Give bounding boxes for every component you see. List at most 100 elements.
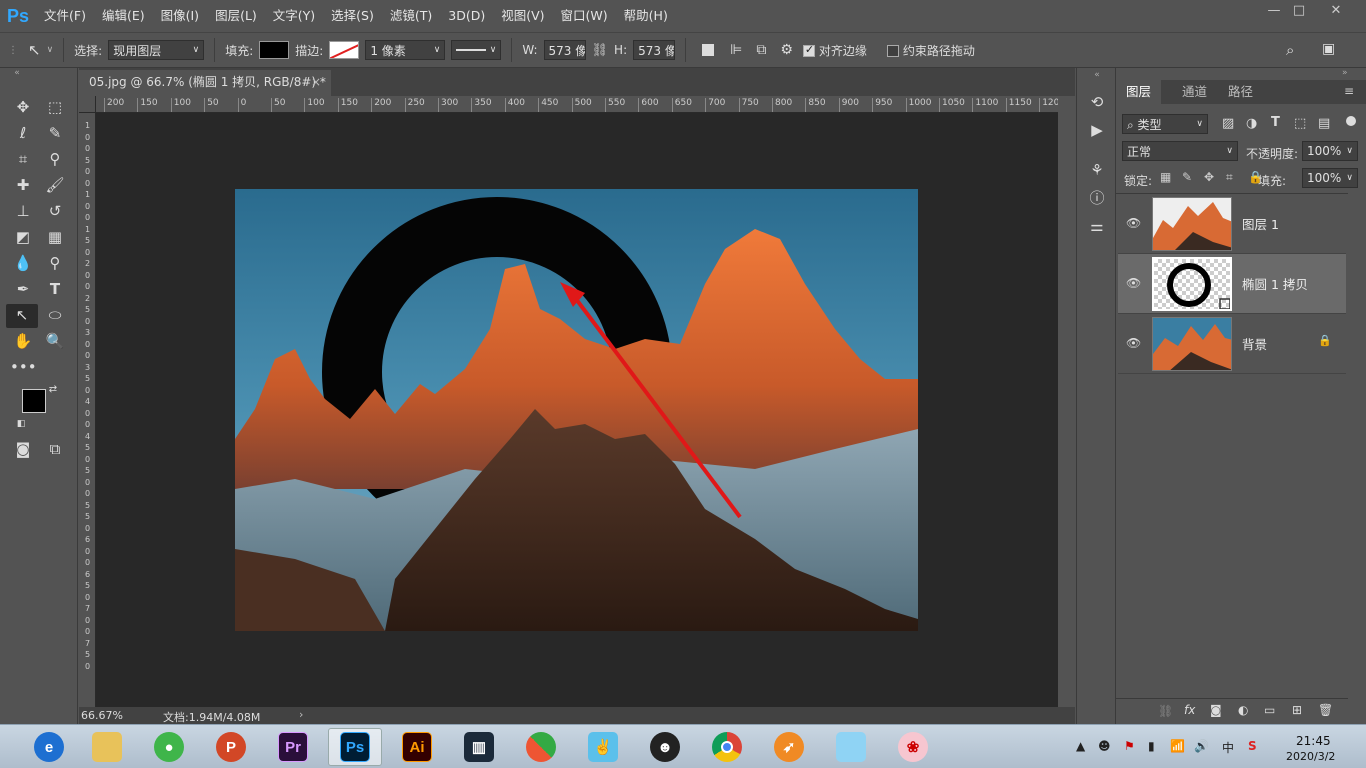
type-tool-icon[interactable]: T bbox=[42, 278, 68, 300]
taskbar-app[interactable]: ❀ bbox=[886, 728, 940, 766]
collapse-panel-icon[interactable]: » bbox=[1342, 68, 1348, 78]
layer-row-selected[interactable]: 👁 椭圆 1 拷贝 bbox=[1118, 254, 1346, 314]
menu-view[interactable]: 视图(V) bbox=[493, 0, 552, 32]
minimize-button[interactable]: — bbox=[1260, 4, 1288, 20]
battery-icon[interactable]: ▮ bbox=[1148, 739, 1155, 753]
layer-name[interactable]: 图层 1 bbox=[1242, 214, 1279, 233]
search-icon[interactable]: ⌕ bbox=[1286, 41, 1294, 59]
history-brush-tool-icon[interactable]: ↺ bbox=[42, 200, 68, 222]
zoom-level[interactable]: 66.67% bbox=[81, 709, 123, 722]
menu-image[interactable]: 图像(I) bbox=[153, 0, 207, 32]
tab-paths[interactable]: 路径 bbox=[1218, 80, 1263, 104]
clock-time[interactable]: 21:45 bbox=[1296, 734, 1331, 748]
taskbar-app[interactable] bbox=[80, 728, 134, 766]
lasso-tool-icon[interactable]: ℓ bbox=[10, 122, 36, 144]
trash-icon[interactable]: 🗑 bbox=[1318, 703, 1333, 717]
healing-brush-tool-icon[interactable]: ✚ bbox=[10, 174, 36, 196]
taskbar-app[interactable]: ☻ bbox=[638, 728, 692, 766]
close-tab-icon[interactable]: × bbox=[311, 70, 321, 94]
ruler-origin[interactable] bbox=[79, 96, 96, 113]
menu-edit[interactable]: 编辑(E) bbox=[94, 0, 153, 32]
layer-row[interactable]: 👁 图层 1 bbox=[1118, 194, 1346, 254]
add-mask-icon[interactable]: ◙ bbox=[1210, 703, 1222, 717]
info-icon[interactable]: ⓘ bbox=[1087, 188, 1107, 208]
taskbar-app[interactable]: Pr bbox=[266, 728, 320, 766]
actions-play-icon[interactable]: ▶ bbox=[1087, 120, 1107, 140]
security-tray-icon[interactable]: ⚑ bbox=[1124, 739, 1135, 753]
menu-select[interactable]: 选择(S) bbox=[323, 0, 382, 32]
foreground-color-swatch[interactable] bbox=[22, 389, 46, 413]
menu-help[interactable]: 帮助(H) bbox=[616, 0, 676, 32]
menu-3d[interactable]: 3D(D) bbox=[440, 0, 493, 32]
vertical-scrollbar[interactable] bbox=[1058, 96, 1075, 707]
lock-transparency-icon[interactable]: ▦ bbox=[1160, 170, 1171, 184]
clock-date[interactable]: 2020/3/2 bbox=[1286, 750, 1335, 763]
brush-settings-icon[interactable]: ⚘ bbox=[1087, 160, 1107, 180]
close-window-button[interactable]: ✕ bbox=[1322, 4, 1350, 20]
quick-select-tool-icon[interactable]: ✎ bbox=[42, 122, 68, 144]
filter-toggle-icon[interactable] bbox=[1346, 116, 1356, 126]
taskbar-app[interactable] bbox=[824, 728, 878, 766]
stroke-width-dropdown[interactable]: 1 像素 ∨ bbox=[365, 40, 446, 60]
taskbar-app[interactable]: ➶ bbox=[762, 728, 816, 766]
default-colors-icon[interactable]: ◧ bbox=[14, 418, 28, 430]
network-signal-icon[interactable]: 📶 bbox=[1170, 739, 1185, 753]
filter-type-icon[interactable]: T bbox=[1271, 115, 1280, 130]
document-tab[interactable]: 05.jpg @ 66.7% (椭圆 1 拷贝, RGB/8#) * × bbox=[79, 70, 331, 96]
taskbar-app[interactable]: ✌ bbox=[576, 728, 630, 766]
constrain-path-checkbox[interactable]: 约束路径拖动 bbox=[886, 42, 975, 59]
edit-toolbar-icon[interactable]: ••• bbox=[10, 356, 37, 378]
new-group-icon[interactable]: ▭ bbox=[1264, 703, 1275, 717]
menu-type[interactable]: 文字(Y) bbox=[265, 0, 323, 32]
document-size-info[interactable]: 文档:1.94M/4.08M bbox=[163, 709, 260, 725]
eraser-tool-icon[interactable]: ◩ bbox=[10, 226, 36, 248]
lock-position-icon[interactable]: ✥ bbox=[1204, 170, 1214, 184]
show-hidden-icons-icon[interactable]: ▲ bbox=[1076, 739, 1085, 753]
restore-button[interactable]: □ bbox=[1285, 4, 1313, 20]
taskbar-app[interactable]: ● bbox=[142, 728, 196, 766]
settings-gear-icon[interactable]: ⚙ bbox=[780, 42, 793, 58]
layer-filter-dropdown[interactable]: ⌕ 类型 ∨ bbox=[1122, 114, 1208, 134]
pen-tool-icon[interactable]: ✒ bbox=[10, 278, 36, 300]
opacity-input[interactable]: 100% ∨ bbox=[1302, 141, 1358, 161]
link-layers-icon[interactable]: ⛓ bbox=[1158, 704, 1173, 718]
eyedropper-tool-icon[interactable]: ⚲ bbox=[42, 148, 68, 170]
height-input[interactable]: 573 像素 bbox=[633, 40, 676, 60]
path-selection-tool-button[interactable]: ↖ bbox=[6, 304, 38, 328]
taskbar-app[interactable]: Ai bbox=[390, 728, 444, 766]
stroke-type-dropdown[interactable]: ∨ bbox=[451, 40, 502, 60]
taskbar-app-active[interactable]: Ps bbox=[328, 728, 382, 766]
menu-layer[interactable]: 图层(L) bbox=[207, 0, 265, 32]
gradient-tool-icon[interactable]: ▦ bbox=[42, 226, 68, 248]
lock-pixels-icon[interactable]: ✎ bbox=[1182, 170, 1192, 184]
document-image[interactable] bbox=[235, 189, 918, 631]
new-layer-icon[interactable]: ⊞ bbox=[1292, 703, 1302, 717]
width-input[interactable]: 573 像素 bbox=[543, 40, 586, 60]
dodge-tool-icon[interactable]: ⚲ bbox=[42, 252, 68, 274]
menu-filter[interactable]: 滤镜(T) bbox=[382, 0, 440, 32]
taskbar-app[interactable] bbox=[700, 728, 754, 766]
expand-panels-icon[interactable]: « bbox=[1087, 70, 1107, 80]
path-arrangement-icon[interactable]: ⧉ bbox=[756, 42, 766, 58]
filter-pixel-icon[interactable]: ▨ bbox=[1222, 116, 1234, 131]
fx-icon[interactable]: fx bbox=[1184, 703, 1195, 717]
taskbar-app[interactable]: e bbox=[22, 728, 76, 766]
blur-tool-icon[interactable]: 💧 bbox=[10, 252, 36, 274]
panel-menu-icon[interactable]: ≡ bbox=[1344, 84, 1354, 98]
collapse-toolbar-icon[interactable]: « bbox=[4, 68, 30, 78]
qq-tray-icon[interactable]: ☻ bbox=[1098, 739, 1111, 753]
ellipse-tool-icon[interactable]: ⬭ bbox=[42, 304, 68, 326]
lock-artboard-icon[interactable]: ⌗ bbox=[1226, 170, 1233, 185]
fill-opacity-input[interactable]: 100% ∨ bbox=[1302, 168, 1358, 188]
layer-name[interactable]: 背景 bbox=[1242, 334, 1267, 353]
layer-row[interactable]: 👁 背景 🔒 bbox=[1118, 314, 1346, 374]
path-operations-icon[interactable] bbox=[702, 44, 715, 56]
clone-stamp-tool-icon[interactable]: ⊥ bbox=[10, 200, 36, 222]
volume-icon[interactable]: 🔊 bbox=[1194, 739, 1209, 753]
status-menu-arrow[interactable]: › bbox=[299, 708, 303, 721]
adjustments-icon[interactable]: ⚌ bbox=[1087, 216, 1107, 236]
crop-tool-icon[interactable]: ⌗ bbox=[10, 148, 36, 170]
sogou-ime-icon[interactable]: S bbox=[1248, 739, 1257, 753]
visibility-eye-icon[interactable]: 👁 bbox=[1126, 276, 1142, 292]
link-icon[interactable]: ⛓ bbox=[592, 43, 609, 58]
